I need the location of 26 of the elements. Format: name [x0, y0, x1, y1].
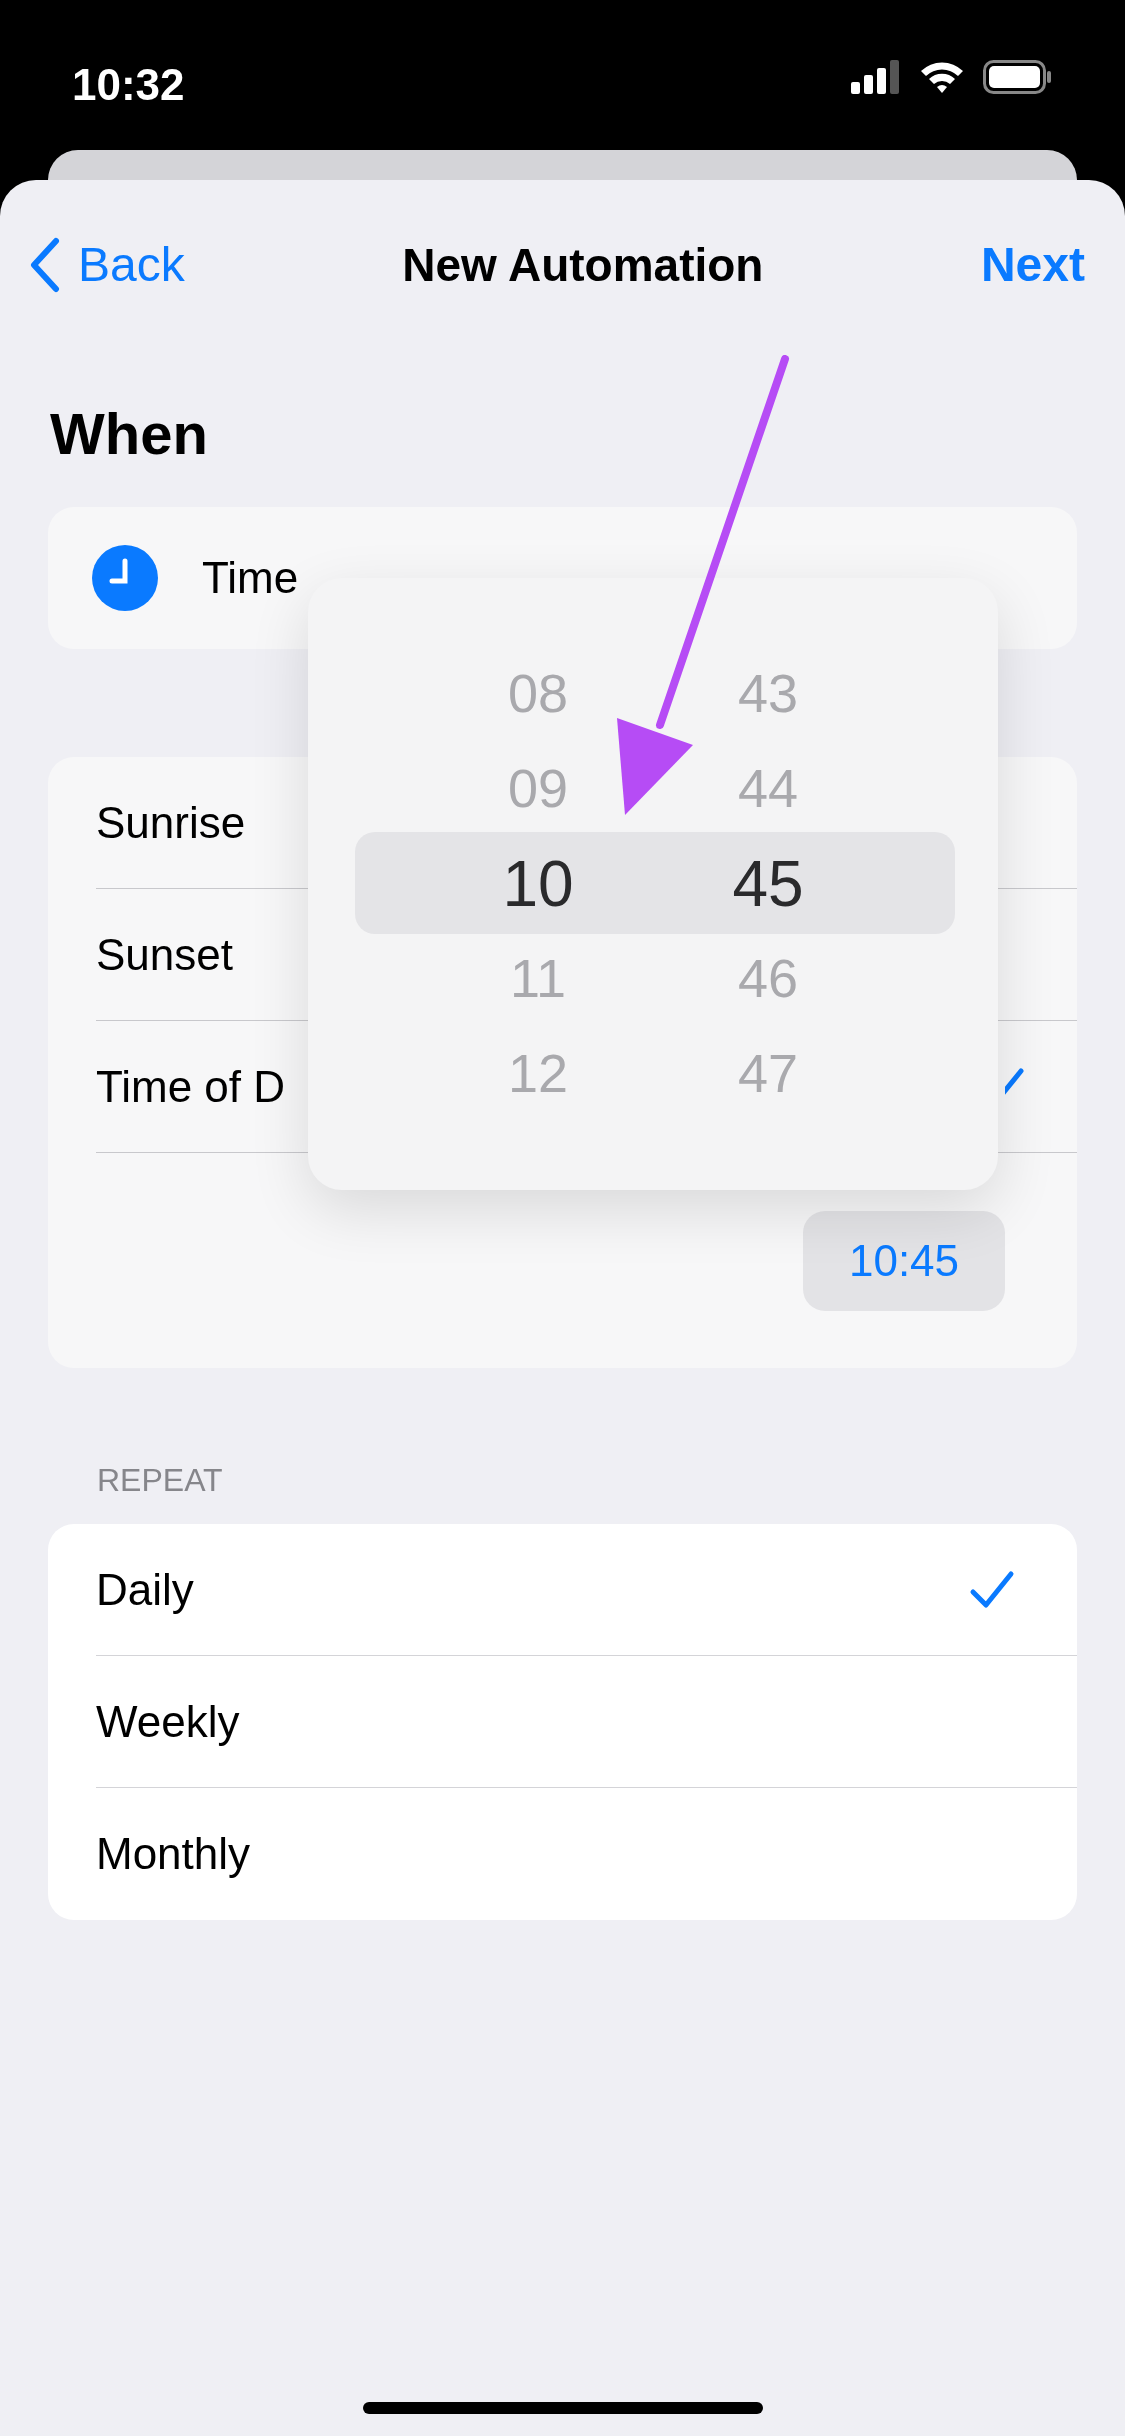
time-button[interactable]: 10:45: [803, 1210, 1005, 1311]
picker-value[interactable]: 11: [509, 938, 567, 1019]
signal-icon: [851, 60, 901, 94]
section-title: When: [50, 401, 208, 466]
repeat-row[interactable]: Daily: [96, 1524, 1077, 1656]
battery-icon: [983, 60, 1053, 94]
screen-title: New Automation: [402, 237, 764, 293]
wifi-icon: [919, 60, 965, 94]
repeat-row[interactable]: Monthly: [96, 1788, 1077, 1920]
picker-value[interactable]: 44: [737, 748, 799, 829]
picker-value[interactable]: 10: [502, 835, 574, 932]
repeat-row[interactable]: Weekly: [96, 1656, 1077, 1788]
picker-value[interactable]: 09: [507, 748, 569, 829]
next-button[interactable]: Next: [980, 229, 1097, 301]
picker-value[interactable]: 43: [737, 653, 799, 734]
picker-value[interactable]: 12: [507, 1033, 569, 1114]
status-time: 10:32: [72, 59, 185, 111]
trigger-label: Time: [202, 552, 299, 604]
clock-icon: [92, 545, 158, 611]
chevron-left-icon: [28, 237, 60, 293]
picker-value[interactable]: 45: [732, 835, 804, 932]
picker-value[interactable]: 08: [507, 653, 569, 734]
picker-value[interactable]: 46: [737, 938, 799, 1019]
back-button[interactable]: Back: [28, 229, 185, 301]
repeat-header: REPEAT: [97, 1462, 223, 1498]
picker-value[interactable]: 47: [737, 1033, 799, 1114]
